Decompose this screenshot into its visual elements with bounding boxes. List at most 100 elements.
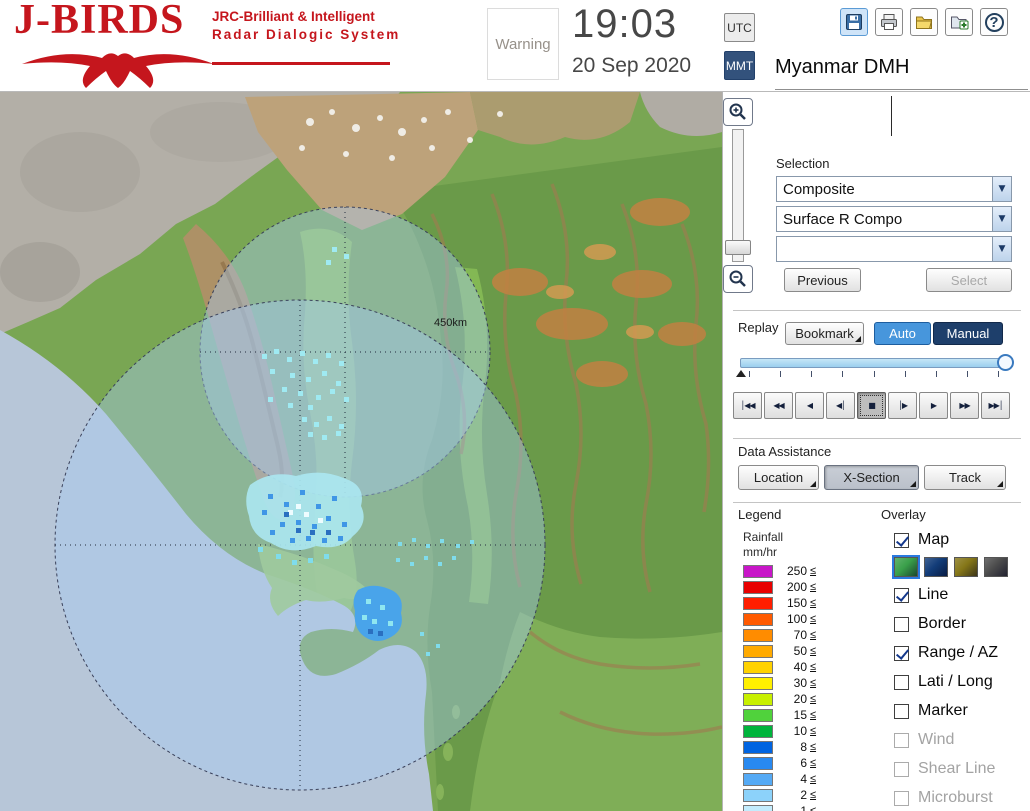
track-button[interactable]: Track <box>924 465 1006 490</box>
skip-to-start-button[interactable]: │◀◀ <box>733 392 762 419</box>
wind-checkbox <box>894 732 909 748</box>
legend-value: 15 <box>793 708 807 722</box>
print-button[interactable] <box>875 8 903 36</box>
timezone-utc-button[interactable]: UTC <box>724 13 755 42</box>
legend-leq-symbol: ≤ <box>810 693 817 705</box>
app-logo-subtitle-2: Radar Dialogic System <box>212 27 401 42</box>
legend-value: 100 <box>786 612 807 626</box>
marker-checkbox[interactable] <box>894 703 909 719</box>
replay-timeline-handle[interactable] <box>997 354 1014 371</box>
previous-button[interactable]: Previous <box>784 268 861 292</box>
legend-row: 4 ≤ <box>743 771 816 787</box>
step-back-button[interactable]: ◀│ <box>826 392 855 419</box>
stop-button[interactable]: ■ <box>857 392 886 419</box>
legend-row: 150 ≤ <box>743 595 816 611</box>
legend-color-swatch <box>743 708 773 722</box>
overlay-row-map[interactable]: Map <box>894 531 949 549</box>
chevron-down-icon[interactable]: ▼ <box>992 177 1011 201</box>
legend-row: 70 ≤ <box>743 627 816 643</box>
skip-to-end-button[interactable]: ▶▶│ <box>981 392 1010 419</box>
fast-rewind-button[interactable]: ◀◀ <box>764 392 793 419</box>
line-checkbox[interactable] <box>894 587 909 603</box>
legend-color-swatch <box>743 628 773 642</box>
map-style-gray-swatch[interactable] <box>984 557 1008 577</box>
select-button[interactable]: Select <box>926 268 1012 292</box>
bookmark-button[interactable]: Bookmark <box>785 322 864 345</box>
legend-color-swatch <box>743 804 773 811</box>
legend-color-swatch <box>743 676 773 690</box>
legend-color-swatch <box>743 692 773 706</box>
legend-value: 6 <box>800 756 807 770</box>
legend-leq-symbol: ≤ <box>810 725 817 737</box>
header-bar: J-BIRDS JRC-Brilliant & Intelligent Rada… <box>0 0 1030 92</box>
legend-row: 50 ≤ <box>743 643 816 659</box>
legend-color-swatch <box>743 660 773 674</box>
overlay-row-microburst: Microburst <box>894 789 993 807</box>
clock-date: 20 Sep 2020 <box>572 54 692 77</box>
dropdown-value: Surface R Compo <box>783 210 903 228</box>
play-forward-button[interactable]: ▶ <box>919 392 948 419</box>
chevron-down-icon[interactable]: ▼ <box>992 207 1011 231</box>
selection-label: Selection <box>776 156 830 171</box>
step-forward-button[interactable]: │▶ <box>888 392 917 419</box>
legend-row: 10 ≤ <box>743 723 816 739</box>
product-option-dropdown[interactable]: ▼ <box>776 236 1012 262</box>
overlay-row-marker[interactable]: Marker <box>894 702 968 720</box>
overlay-row-wind: Wind <box>894 731 954 749</box>
zoom-out-button[interactable] <box>723 265 753 293</box>
legend-leq-symbol: ≤ <box>810 773 817 785</box>
legend-row: 40 ≤ <box>743 659 816 675</box>
product-name-dropdown[interactable]: Surface R Compo ▼ <box>776 206 1012 232</box>
save-button[interactable] <box>840 8 868 36</box>
microburst-checkbox <box>894 790 909 806</box>
legend-row: 2 ≤ <box>743 787 816 803</box>
map-style-terrain-swatch[interactable] <box>892 555 920 579</box>
clock-time: 19:03 <box>572 2 678 46</box>
location-button[interactable]: Location <box>738 465 819 490</box>
legend-value: 1 <box>800 804 807 811</box>
replay-manual-button[interactable]: Manual <box>933 322 1003 345</box>
lati-long-checkbox[interactable] <box>894 674 909 690</box>
chevron-down-icon[interactable]: ▼ <box>992 237 1011 261</box>
legend-leq-symbol: ≤ <box>810 645 817 657</box>
rainfall-legend: 250 ≤ 200 ≤ 150 ≤ 100 ≤ 70 ≤ 50 ≤ 40 ≤ 30 ≤ 20 ≤ … <box>743 563 816 811</box>
radar-map-area[interactable]: 450km <box>0 92 722 811</box>
station-box-divider <box>891 96 892 136</box>
map-style-olive-swatch[interactable] <box>954 557 978 577</box>
overlay-row-range-az[interactable]: Range / AZ <box>894 644 998 662</box>
replay-auto-button[interactable]: Auto <box>874 322 931 345</box>
legend-value: 10 <box>793 724 807 738</box>
range-az-checkbox[interactable] <box>894 645 909 661</box>
product-type-dropdown[interactable]: Composite ▼ <box>776 176 1012 202</box>
radar-map[interactable]: 450km <box>0 92 722 811</box>
timezone-mmt-button[interactable]: MMT <box>724 51 755 80</box>
zoom-in-button[interactable] <box>723 98 753 126</box>
help-button[interactable]: ? <box>980 8 1008 36</box>
help-icon: ? <box>984 12 1004 32</box>
legend-value: 200 <box>786 580 807 594</box>
x-section-button[interactable]: X-Section <box>824 465 919 490</box>
legend-row: 30 ≤ <box>743 675 816 691</box>
replay-label: Replay <box>738 320 779 335</box>
legend-leq-symbol: ≤ <box>810 629 817 641</box>
magnifier-minus-icon <box>729 270 746 287</box>
overlay-row-border[interactable]: Border <box>894 615 966 633</box>
legend-color-swatch <box>743 580 773 594</box>
legend-value: 20 <box>793 692 807 706</box>
map-checkbox[interactable] <box>894 532 909 548</box>
open-folder-button[interactable] <box>910 8 938 36</box>
play-backward-button[interactable]: ◀ <box>795 392 824 419</box>
save-icon <box>846 14 862 30</box>
overlay-row-shear-line: Shear Line <box>894 760 995 778</box>
zoom-slider-handle[interactable] <box>725 240 751 255</box>
overlay-row-lati-long[interactable]: Lati / Long <box>894 673 993 691</box>
legend-color-swatch <box>743 724 773 738</box>
overlay-item-label: Map <box>918 531 950 548</box>
fast-forward-button[interactable]: ▶▶ <box>950 392 979 419</box>
overlay-row-line[interactable]: Line <box>894 586 948 604</box>
map-style-dark-blue-swatch[interactable] <box>924 557 948 577</box>
replay-timeline-track[interactable] <box>740 358 1008 368</box>
export-image-button[interactable] <box>945 8 973 36</box>
overlay-label: Overlay <box>881 507 926 522</box>
border-checkbox[interactable] <box>894 616 909 632</box>
